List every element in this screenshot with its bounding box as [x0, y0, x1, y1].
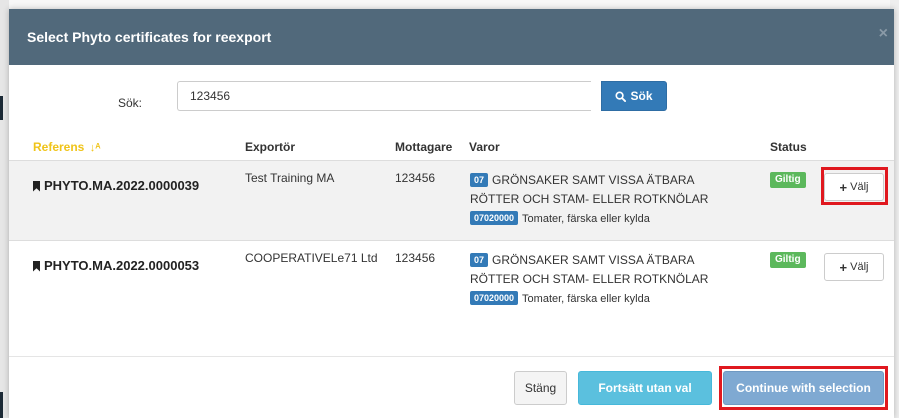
exportor-cell: Test Training MA [245, 171, 335, 185]
backdrop-left [0, 0, 9, 418]
mottagare-cell: 123456 [395, 251, 436, 265]
continue-with-selection-button[interactable]: Continue with selection [723, 371, 884, 405]
footer-divider [9, 356, 894, 357]
search-button-label: Sök [630, 89, 653, 103]
backdrop-mark [0, 96, 3, 120]
varor-cell: 07 GRÖNSAKER SAMT VISSA ÄTBARA RÖTTER OCH… [470, 253, 709, 305]
chapter-badge: 07 [470, 173, 489, 187]
code-badge: 07020000 [470, 211, 519, 225]
column-header-exportor: Exportör [245, 140, 296, 154]
modal-title: Select Phyto certificates for reexport [27, 29, 272, 45]
select-phyto-modal: Select Phyto certificates for reexport ×… [9, 9, 894, 418]
referens-cell: PHYTO.MA.2022.0000053 [33, 257, 199, 275]
varor-cell: 07 GRÖNSAKER SAMT VISSA ÄTBARA RÖTTER OCH… [470, 173, 709, 225]
close-button[interactable]: Stäng [514, 371, 567, 405]
bookmark-icon [33, 260, 40, 272]
sort-alpha-icon: ↓ᴬ [89, 142, 101, 154]
search-input[interactable] [177, 81, 591, 111]
backdrop-mark [0, 392, 3, 418]
continue-without-selection-button[interactable]: Fortsätt utan val [578, 371, 712, 405]
select-button[interactable]: + Välj [824, 253, 884, 281]
status-badge: Giltig [770, 172, 806, 188]
referens-cell: PHYTO.MA.2022.0000039 [33, 177, 199, 195]
modal-header: Select Phyto certificates for reexport × [9, 9, 894, 65]
code-badge: 07020000 [470, 291, 519, 305]
table-row: PHYTO.MA.2022.0000039 Test Training MA 1… [9, 160, 894, 241]
column-header-varor: Varor [469, 140, 500, 154]
close-icon[interactable]: × [879, 25, 888, 43]
column-header-referens[interactable]: Referens ↓ᴬ [33, 140, 101, 154]
search-icon [615, 90, 627, 102]
bookmark-icon [33, 180, 40, 192]
select-button[interactable]: + Välj [824, 173, 884, 201]
plus-icon: + [839, 179, 848, 195]
status-badge: Giltig [770, 252, 806, 268]
plus-icon: + [839, 259, 848, 275]
mottagare-cell: 123456 [395, 171, 436, 185]
column-header-status: Status [770, 140, 807, 154]
table-row: PHYTO.MA.2022.0000053 COOPERATIVELe71 Lt… [9, 240, 894, 321]
column-header-mottagare: Mottagare [395, 140, 453, 154]
exportor-cell: COOPERATIVELe71 Ltd [245, 251, 378, 265]
chapter-badge: 07 [470, 253, 489, 267]
search-button[interactable]: Sök [601, 81, 667, 111]
search-label: Sök: [118, 96, 143, 110]
